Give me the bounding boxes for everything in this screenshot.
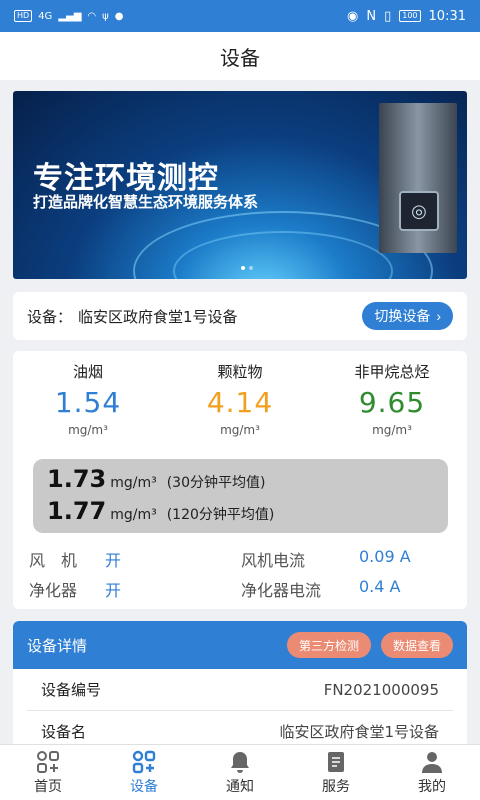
- fan-current-value: 0.09 A: [359, 547, 411, 566]
- metric-unit: mg/m³: [372, 423, 412, 437]
- average-row-30min: 1.73 mg/m³ (30分钟平均值): [47, 465, 434, 497]
- device-grid-icon: [131, 750, 157, 774]
- promo-banner[interactable]: 专注环境测控 打造品牌化智慧生态环境服务体系 ◎: [13, 91, 467, 279]
- nav-device[interactable]: 设备: [96, 745, 192, 800]
- person-icon: [419, 750, 445, 774]
- usb-icon: ψ: [102, 10, 109, 22]
- metric-nmhc: 非甲烷总烃 9.65 mg/m³: [317, 361, 467, 437]
- average-tooltip: 1.73 mg/m³ (30分钟平均值) 1.77 mg/m³ (120分钟平均…: [33, 459, 448, 533]
- purifier-label: 净化器: [29, 581, 78, 600]
- shield-icon: ●: [114, 10, 124, 22]
- metric-unit: mg/m³: [68, 423, 108, 437]
- status-right: ◉ N ▯ 100 10:31: [347, 9, 466, 24]
- banner-subline: 打造品牌化智慧生态环境服务体系: [33, 193, 259, 211]
- metric-name: 颗粒物: [217, 363, 263, 381]
- nav-service-label: 服务: [322, 778, 350, 795]
- metric-unit: mg/m³: [220, 423, 260, 437]
- nav-home[interactable]: 首页: [0, 745, 96, 800]
- average-row-120min: 1.77 mg/m³ (120分钟平均值): [47, 497, 434, 529]
- nav-home-label: 首页: [34, 778, 62, 795]
- document-icon: [323, 750, 349, 774]
- hd-icon: HD: [14, 10, 33, 22]
- device-name: 临安区政府食堂1号设备: [78, 307, 238, 326]
- device-details-card: 设备详情 第三方检测 数据查看 设备编号 FN2021000095 设备名 临安…: [13, 621, 467, 751]
- fan-current-label: 风机电流: [241, 551, 306, 570]
- state-row-purifier: 净化器 开 净化器电流 0.4 A: [29, 577, 459, 601]
- metric-name: 油烟: [72, 363, 103, 381]
- average-value: 1.77: [47, 497, 107, 525]
- nfc-icon: N: [366, 8, 377, 24]
- purifier-current-value: 0.4 A: [359, 577, 401, 596]
- detail-value: 临安区政府食堂1号设备: [279, 723, 439, 741]
- average-note: (30分钟平均值): [166, 475, 266, 491]
- metrics-card: 油烟 1.54 mg/m³ 颗粒物 4.14 mg/m³ 非甲烷总烃 9.65 …: [13, 351, 467, 609]
- status-bar: HD 4G ▂▄▆ ◠ ψ ● ◉ N ▯ 100 10:31: [0, 0, 480, 32]
- average-value: 1.73: [47, 465, 107, 493]
- metric-value: 1.54: [54, 386, 122, 419]
- metric-oil-smoke: 油烟 1.54 mg/m³: [13, 361, 163, 437]
- carousel-dot[interactable]: [249, 266, 253, 270]
- wifi-icon: ◠: [87, 10, 97, 22]
- detail-value: FN2021000095: [323, 680, 439, 699]
- bottom-nav: 首页 设备 通知 服务 我的: [0, 744, 480, 800]
- network-type: 4G: [38, 10, 53, 22]
- carousel-dots: [241, 266, 253, 270]
- average-note: (120分钟平均值): [166, 507, 275, 523]
- device-label: 设备：: [27, 307, 73, 326]
- purifier-current-label: 净化器电流: [241, 581, 322, 600]
- status-left: HD 4G ▂▄▆ ◠ ψ ●: [14, 10, 123, 22]
- page-title: 设备: [0, 32, 480, 80]
- nav-mine-label: 我的: [418, 778, 446, 795]
- carousel-dot-active[interactable]: [241, 266, 245, 270]
- detail-label: 设备名: [41, 723, 87, 741]
- detail-label: 设备编号: [41, 681, 102, 699]
- nav-notice-label: 通知: [226, 778, 254, 795]
- switch-device-label: 切换设备: [374, 308, 431, 324]
- hood-control-icon: ◎: [399, 191, 439, 231]
- details-header: 设备详情 第三方检测 数据查看: [13, 621, 467, 669]
- average-unit: mg/m³: [110, 475, 157, 491]
- details-title: 设备详情: [27, 636, 88, 655]
- average-unit: mg/m³: [110, 507, 157, 523]
- third-party-test-button[interactable]: 第三方检测: [286, 632, 371, 658]
- nav-mine[interactable]: 我的: [384, 745, 480, 800]
- nav-notice[interactable]: 通知: [192, 745, 288, 800]
- switch-device-button[interactable]: 切换设备 ›: [362, 302, 453, 330]
- clock: 10:31: [428, 8, 466, 24]
- home-grid-icon: [35, 750, 61, 774]
- state-row-fan: 风 机 开 风机电流 0.09 A: [29, 547, 459, 571]
- chevron-right-icon: ›: [436, 308, 441, 324]
- eye-icon: ◉: [347, 8, 359, 24]
- nav-service[interactable]: 服务: [288, 745, 384, 800]
- fan-label: 风 机: [29, 551, 78, 570]
- bell-icon: [227, 750, 253, 774]
- nav-device-label: 设备: [130, 778, 158, 795]
- view-data-button[interactable]: 数据查看: [380, 632, 453, 658]
- signal-icon: ▂▄▆: [58, 10, 82, 22]
- device-selector-card: 设备： 临安区政府食堂1号设备 切换设备 ›: [13, 292, 467, 340]
- metric-value: 9.65: [358, 386, 426, 419]
- vibrate-icon: ▯: [384, 8, 392, 24]
- metric-particulate: 颗粒物 4.14 mg/m³: [165, 361, 315, 437]
- metric-name: 非甲烷总烃: [354, 363, 430, 381]
- purifier-status: 开: [105, 581, 122, 600]
- detail-row-device-number: 设备编号 FN2021000095: [27, 669, 453, 711]
- fan-status: 开: [105, 551, 122, 570]
- battery-icon: 100: [399, 10, 421, 22]
- metric-value: 4.14: [206, 386, 274, 419]
